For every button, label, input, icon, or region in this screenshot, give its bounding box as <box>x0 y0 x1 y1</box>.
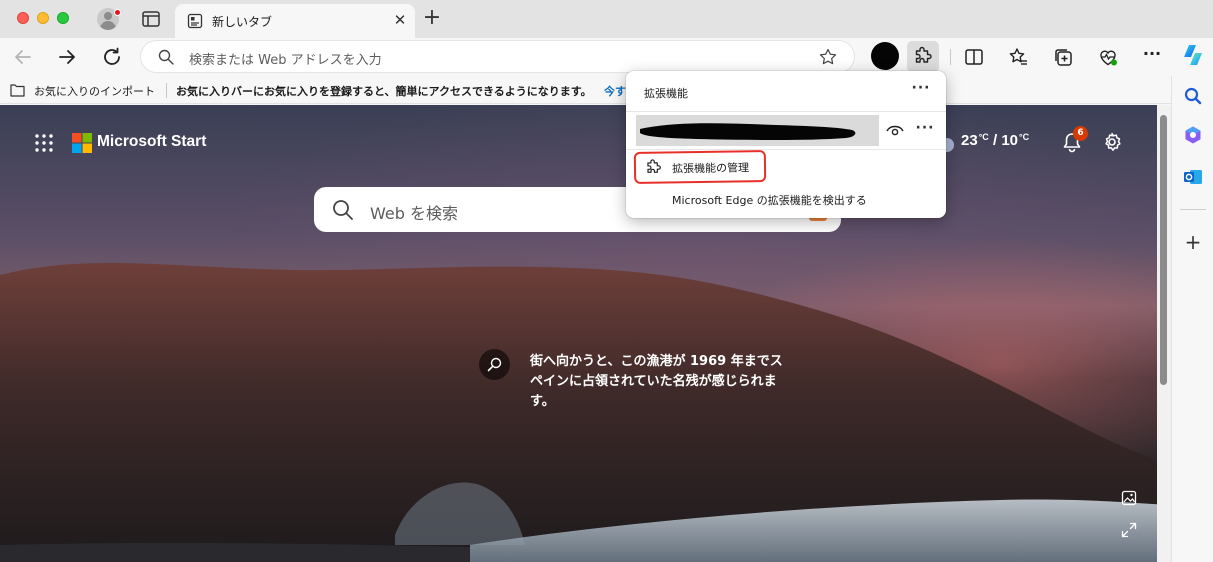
outlook-icon[interactable] <box>1183 167 1203 187</box>
import-favorites-icon <box>10 84 25 97</box>
page-scrollbar[interactable] <box>1157 105 1171 562</box>
split-screen-icon[interactable] <box>963 46 985 68</box>
popup-divider <box>626 149 946 150</box>
search-icon <box>333 200 353 220</box>
copilot-icon[interactable] <box>1181 43 1205 67</box>
more-icon[interactable]: ··· <box>1141 46 1163 68</box>
collections-icon[interactable] <box>1052 46 1074 68</box>
manage-extensions-item[interactable]: 拡張機能の管理 <box>633 150 767 184</box>
browser-essentials-icon[interactable] <box>1097 46 1119 68</box>
edge-sidebar: + <box>1171 76 1213 562</box>
notification-badge: 6 <box>1073 126 1088 141</box>
microsoft-logo-icon <box>72 133 92 153</box>
weather-low: 10 <box>1001 132 1018 149</box>
brand-title[interactable]: Microsoft Start <box>97 133 206 151</box>
eye-icon[interactable] <box>885 121 905 139</box>
puzzle-icon <box>647 159 661 173</box>
tab-new-tab[interactable]: 新しいタブ ✕ <box>175 4 415 38</box>
window-close-button[interactable] <box>17 12 29 24</box>
weather-low-unit: °C <box>1019 132 1030 142</box>
newtab-icon[interactable]: + <box>421 7 443 30</box>
tab-strip: 新しいタブ ✕ + <box>0 0 1213 38</box>
navigation-toolbar: 検索または Web アドレスを入力 ··· <box>0 38 1213 76</box>
window-zoom-button[interactable] <box>57 12 69 24</box>
back-icon[interactable] <box>11 45 35 69</box>
search-icon <box>158 49 174 65</box>
popup-divider <box>626 111 946 112</box>
weather-separator: / <box>992 132 998 149</box>
address-placeholder: 検索または Web アドレスを入力 <box>189 53 382 68</box>
toolbar-divider <box>950 49 951 65</box>
newtab-page-icon <box>187 13 203 29</box>
profile-notification-dot <box>114 9 121 16</box>
popup-more-icon[interactable]: ··· <box>911 80 931 96</box>
extension-avatar-icon[interactable] <box>871 42 899 70</box>
tab-title: 新しいタブ <box>212 15 273 29</box>
settings-gear-icon[interactable] <box>1101 131 1123 153</box>
refresh-icon[interactable] <box>100 45 124 69</box>
close-tab-icon[interactable]: ✕ <box>391 11 409 29</box>
weather-high-unit: °C <box>978 132 989 142</box>
forward-icon[interactable] <box>55 45 79 69</box>
expand-icon[interactable] <box>1121 522 1137 538</box>
office-icon[interactable] <box>1183 125 1203 145</box>
weather-widget[interactable]: 23°C / 10°C <box>961 132 1029 149</box>
extension-more-icon[interactable]: ··· <box>915 120 935 136</box>
web-search-placeholder: Web を検索 <box>370 204 458 223</box>
add-icon[interactable]: + <box>1183 232 1203 252</box>
apps-grid-icon[interactable] <box>35 134 53 152</box>
image-info-text[interactable]: 街へ向かうと、この漁港が 1969 年までスペインに占領されていた名残が感じられ… <box>530 352 790 412</box>
scrollbar-thumb[interactable] <box>1160 115 1167 385</box>
weather-high: 23 <box>961 132 978 149</box>
popup-title: 拡張機能 <box>644 87 688 100</box>
image-info-icon[interactable] <box>479 349 510 380</box>
favorites-icon[interactable] <box>1007 46 1029 68</box>
address-bar[interactable]: 検索または Web アドレスを入力 <box>141 41 854 72</box>
background-image <box>0 262 1171 562</box>
favorites-bar-action-link[interactable]: 今す <box>604 83 626 99</box>
favorite-star-icon[interactable] <box>819 48 837 66</box>
tab-actions-icon[interactable] <box>142 11 160 27</box>
window-minimize-button[interactable] <box>37 12 49 24</box>
sidebar-search-icon[interactable] <box>1183 86 1203 106</box>
import-favorites-link[interactable]: お気に入りのインポート <box>34 83 155 99</box>
sidebar-divider <box>1180 209 1206 210</box>
favorites-bar-message: お気に入りバーにお気に入りを登録すると、簡単にアクセスできるようになります。 <box>176 85 592 98</box>
image-icon[interactable] <box>1121 490 1137 506</box>
find-extensions-link[interactable]: Microsoft Edge の拡張機能を検出する <box>672 192 867 208</box>
new-tab-page: Microsoft Start 23°C / 10°C 6 Web を検索 街へ… <box>0 105 1171 562</box>
favorites-bar: お気に入りのインポート お気に入りバーにお気に入りを登録すると、簡単にアクセスで… <box>0 76 1171 104</box>
extensions-button[interactable] <box>907 41 939 72</box>
extensions-popup: 拡張機能 ··· ··· 拡張機能の管理 Microsoft Edge の拡張機… <box>626 71 946 218</box>
extension-item[interactable] <box>636 115 879 146</box>
extensions-icon <box>915 46 932 63</box>
manage-extensions-label: 拡張機能の管理 <box>671 161 750 176</box>
favbar-divider <box>166 83 167 98</box>
redacted-extension-name <box>640 123 856 140</box>
